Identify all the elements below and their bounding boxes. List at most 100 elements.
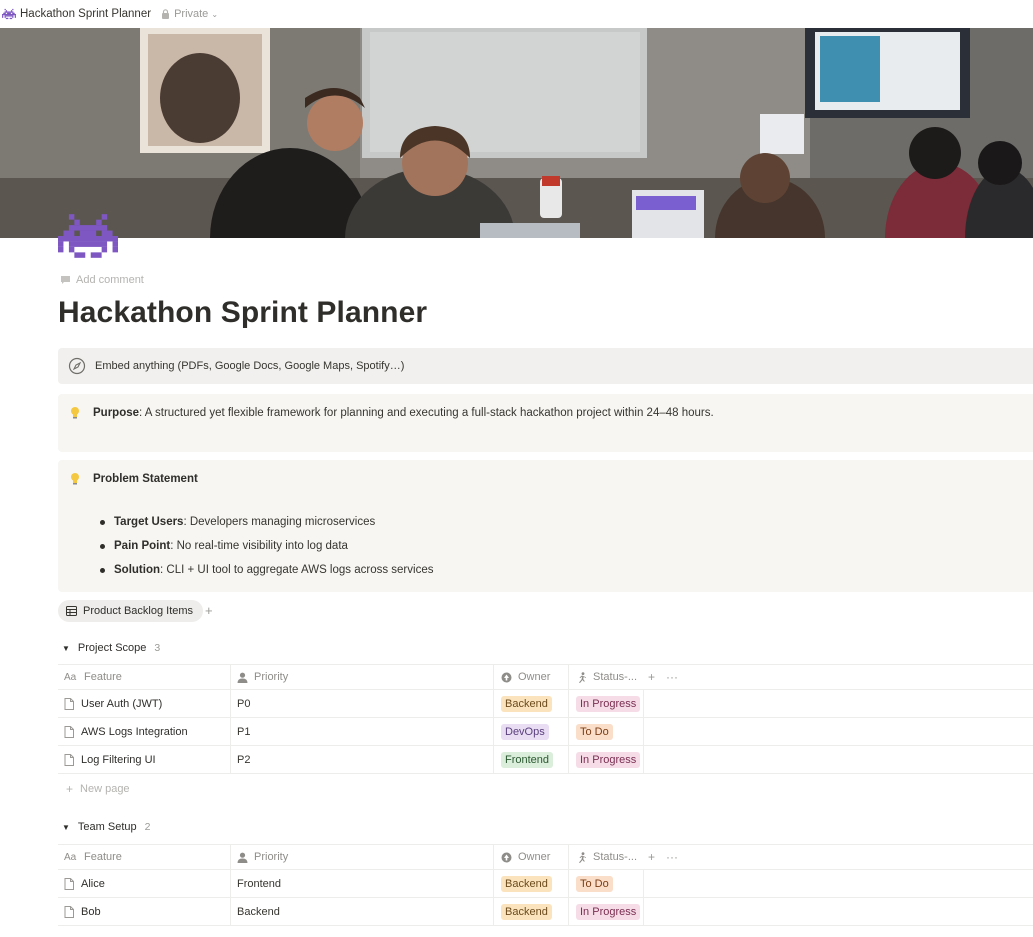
priority-value[interactable]: Backend (237, 906, 280, 918)
table-row[interactable]: Alice Frontend Backend To Do (58, 870, 1033, 898)
status-tag[interactable]: To Do (576, 875, 613, 892)
privacy-label: Private (174, 8, 209, 20)
list-item: Target Users: Developers managing micros… (98, 515, 433, 539)
column-header-priority[interactable]: Priority (231, 845, 494, 869)
group-header-team-setup[interactable]: ▼ Team Setup 2 (62, 821, 150, 833)
cover-photo (0, 28, 1033, 238)
table-row[interactable]: User Auth (JWT) P0 Backend In Progress (58, 690, 1033, 718)
column-header-owner[interactable]: Owner (494, 845, 569, 869)
status-tag[interactable]: To Do (576, 723, 613, 740)
page-title[interactable]: Hackathon Sprint Planner (58, 296, 427, 330)
caret-down-icon[interactable]: ▼ (62, 644, 70, 653)
table-row[interactable]: Bob Backend Backend In Progress (58, 898, 1033, 926)
space-invader-page-icon[interactable] (58, 214, 118, 258)
status-tag[interactable]: In Progress (576, 903, 641, 920)
embed-block[interactable]: Embed anything (PDFs, Google Docs, Googl… (58, 348, 1033, 384)
bullet-text: : Developers managing microservices (183, 516, 376, 528)
column-header-status[interactable]: Status-... (569, 845, 644, 869)
problem-heading: Problem Statement (93, 473, 198, 485)
breadcrumb-title[interactable]: Hackathon Sprint Planner (20, 8, 151, 20)
owner-tag[interactable]: DevOps (501, 723, 549, 740)
priority-value[interactable]: P0 (237, 698, 250, 710)
feature-name[interactable]: User Auth (JWT) (81, 698, 162, 710)
text-property-icon: Aa (64, 851, 77, 863)
purpose-label: Purpose (93, 407, 140, 419)
select-arrow-icon (501, 852, 512, 862)
cover-image[interactable] (0, 28, 1033, 238)
table-header-row: Aa Feature Priority Owner Status-... + ·… (58, 844, 1033, 870)
column-header-feature[interactable]: Aa Feature (58, 665, 231, 689)
table-project-scope: Aa Feature Priority Owner Status-... + ·… (58, 664, 1033, 774)
status-tag[interactable]: In Progress (576, 751, 641, 768)
add-view-button[interactable]: + (205, 603, 213, 618)
column-header-priority[interactable]: Priority (231, 665, 494, 689)
add-property-icon[interactable]: + (648, 670, 655, 684)
running-person-icon (579, 851, 586, 863)
priority-value[interactable]: P1 (237, 726, 250, 738)
purpose-body: : A structured yet flexible framework fo… (139, 407, 714, 419)
table-icon (66, 606, 77, 616)
column-header-status[interactable]: Status-... (569, 665, 644, 689)
running-person-icon (579, 671, 586, 683)
privacy-selector[interactable]: Private ⌄ (161, 8, 218, 20)
column-label: Owner (518, 851, 551, 863)
space-invader-icon[interactable] (2, 8, 16, 20)
list-item: Solution: CLI + UI tool to aggregate AWS… (98, 563, 433, 587)
callout-purpose[interactable]: Purpose: A structured yet flexible frame… (58, 394, 1033, 452)
text-property-icon: Aa (64, 671, 77, 683)
group-count: 3 (154, 642, 161, 654)
plus-icon: + (66, 782, 74, 796)
lightbulb-icon (71, 407, 79, 419)
compass-icon (68, 357, 86, 375)
new-page-button[interactable]: + New page (66, 782, 130, 796)
problem-bullet-list: Target Users: Developers managing micros… (98, 515, 433, 587)
column-label: Priority (254, 671, 289, 683)
bullet-text: : CLI + UI tool to aggregate AWS logs ac… (160, 564, 434, 576)
callout-problem[interactable]: Problem Statement Target Users: Develope… (58, 460, 1033, 592)
embed-placeholder: Embed anything (PDFs, Google Docs, Googl… (95, 360, 405, 372)
person-icon (237, 852, 248, 863)
person-icon (237, 672, 248, 683)
problem-title: Problem Statement (93, 473, 198, 485)
more-options-icon[interactable]: ··· (666, 670, 678, 684)
feature-name[interactable]: Log Filtering UI (81, 754, 156, 766)
page-icon (64, 877, 74, 890)
owner-tag[interactable]: Frontend (501, 751, 554, 768)
group-count: 2 (144, 821, 151, 833)
page-icon (64, 905, 74, 918)
owner-tag[interactable]: Backend (501, 875, 552, 892)
table-header-row: Aa Feature Priority Owner Status-... + ·… (58, 664, 1033, 690)
add-comment-button[interactable]: Add comment (60, 274, 144, 286)
feature-name[interactable]: Bob (81, 906, 101, 918)
feature-name[interactable]: AWS Logs Integration (81, 726, 188, 738)
table-row[interactable]: AWS Logs Integration P1 DevOps To Do (58, 718, 1033, 746)
owner-tag[interactable]: Backend (501, 903, 552, 920)
tab-product-backlog-items[interactable]: Product Backlog Items (58, 600, 204, 622)
bullet-label: Target Users (114, 516, 184, 528)
feature-name[interactable]: Alice (81, 878, 105, 890)
group-header-project-scope[interactable]: ▼ Project Scope 3 (62, 642, 160, 654)
list-item: Pain Point: No real-time visibility into… (98, 539, 433, 563)
column-label: Status-... (593, 851, 638, 863)
column-header-feature[interactable]: Aa Feature (58, 845, 231, 869)
more-options-icon[interactable]: ··· (666, 850, 678, 864)
comment-icon (61, 276, 70, 284)
column-label: Status-... (593, 671, 638, 683)
status-tag[interactable]: In Progress (576, 695, 641, 712)
chevron-down-icon: ⌄ (211, 9, 219, 19)
page-icon (64, 725, 74, 738)
add-property-icon[interactable]: + (648, 850, 655, 864)
caret-down-icon[interactable]: ▼ (62, 823, 70, 832)
column-header-owner[interactable]: Owner (494, 665, 569, 689)
column-actions: + ··· (648, 845, 688, 869)
top-bar: Hackathon Sprint Planner Private ⌄ (0, 0, 1033, 28)
priority-value[interactable]: P2 (237, 754, 250, 766)
table-row[interactable]: Log Filtering UI P2 Frontend In Progress (58, 746, 1033, 774)
owner-tag[interactable]: Backend (501, 695, 552, 712)
column-label: Priority (254, 851, 289, 863)
lightbulb-icon (71, 473, 79, 485)
priority-value[interactable]: Frontend (237, 878, 281, 890)
group-name: Project Scope (77, 642, 147, 654)
group-name: Team Setup (77, 821, 137, 833)
bullet-label: Pain Point (114, 540, 171, 552)
